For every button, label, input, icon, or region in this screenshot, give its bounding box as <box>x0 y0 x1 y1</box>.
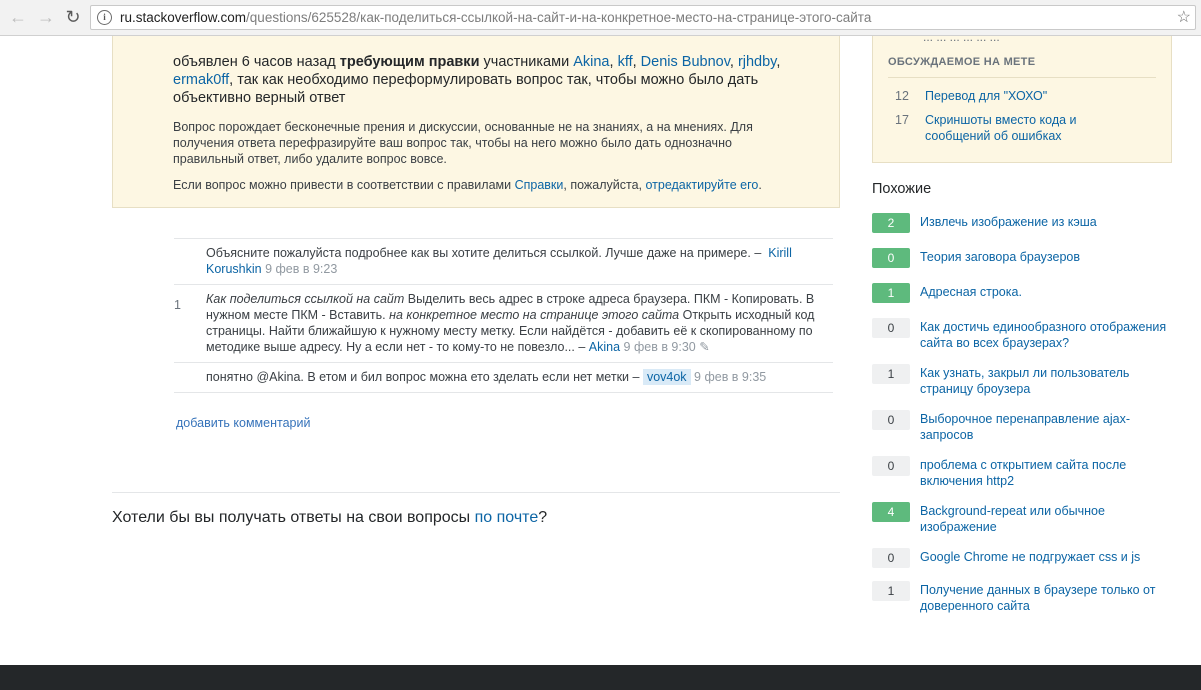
related-question-link[interactable]: Как узнать, закрыл ли пользователь стран… <box>920 365 1170 397</box>
comment-body: Объясните пожалуйста подробнее как вы хо… <box>206 239 833 284</box>
site-footer <box>0 665 1201 690</box>
edit-question-link[interactable]: отредактируйте его <box>645 178 758 192</box>
notice-user-link[interactable]: Denis Bubnov <box>641 54 730 70</box>
back-button[interactable]: ← <box>8 7 28 27</box>
meta-item-link[interactable]: Скриншоты вместо кода и сообщений об оши… <box>925 112 1125 144</box>
comment-score: 1 <box>174 298 181 312</box>
comment-user-link[interactable]: Akina <box>589 340 620 354</box>
url-path: /questions/625528/как-поделиться-ссылкой… <box>246 10 872 25</box>
meta-item-link[interactable]: Перевод для "ХОХО" <box>925 88 1125 104</box>
comment-italic-text: на конкретное место на странице этого са… <box>389 308 680 322</box>
pencil-icon: ✎ <box>699 340 710 354</box>
answer-count-badge[interactable]: 0 <box>872 410 910 430</box>
notice-user-link[interactable]: ermak0ff <box>173 72 229 88</box>
url-host: ru.stackoverflow.com <box>120 10 247 25</box>
meta-box-separator <box>888 77 1156 78</box>
forward-button[interactable]: → <box>36 7 56 27</box>
answer-count-badge[interactable]: 0 <box>872 318 910 338</box>
comment: понятно @Akina. В етом и бил вопрос можн… <box>174 362 833 392</box>
comments-list: Объясните пожалуйста подробнее как вы хо… <box>174 238 833 393</box>
on-hold-notice: объявлен 6 часов назад требующим правки … <box>112 36 840 208</box>
comment-text: Объясните пожалуйста подробнее как вы хо… <box>206 246 762 260</box>
related-heading: Похожие <box>872 181 932 197</box>
url-text[interactable]: ru.stackoverflow.com/questions/625528/ка… <box>120 6 871 29</box>
comment-date[interactable]: 9 фев в 9:30 <box>624 340 696 354</box>
email-prompt: Хотели бы вы получать ответы на свои воп… <box>112 509 547 527</box>
notice-user-link[interactable]: rjhdby <box>738 54 776 70</box>
related-question-link[interactable]: Получение данных в браузере только от до… <box>920 582 1170 614</box>
arrow-right-icon: → <box>37 7 55 27</box>
answer-count-badge[interactable]: 2 <box>872 213 910 233</box>
arrow-left-icon: ← <box>9 7 27 27</box>
notice-user-link[interactable]: Akina <box>573 54 609 70</box>
notice-prefix: объявлен 6 часов назад <box>173 54 340 70</box>
related-question-link[interactable]: Как достичь единообразного отображения с… <box>920 319 1170 351</box>
related-question-link[interactable]: Выборочное перенаправление ajax-запросов <box>920 411 1170 443</box>
related-question-link[interactable]: Теория заговора браузеров <box>920 249 1170 265</box>
info-icon[interactable]: i <box>97 10 112 25</box>
comment-body: Как поделиться ссылкой на сайт Выделить … <box>206 285 833 362</box>
email-subscribe-link[interactable]: по почте <box>475 509 539 526</box>
comment-text: понятно @Akina. В етом и бил вопрос можн… <box>206 370 640 384</box>
notice-reason: требующим правки <box>339 54 480 70</box>
email-prompt-suffix: ? <box>538 509 548 526</box>
reload-button[interactable]: ↻ <box>63 7 83 27</box>
answer-count-badge[interactable]: 1 <box>872 283 910 303</box>
address-bar[interactable]: i ru.stackoverflow.com/questions/625528/… <box>90 5 1196 30</box>
meta-item-score: 12 <box>895 89 909 103</box>
related-question-link[interactable]: Извлечь изображение из кэша <box>920 214 1170 230</box>
edit-prefix: Если вопрос можно привести в соответстви… <box>173 178 515 192</box>
section-divider <box>112 492 840 493</box>
answer-count-badge[interactable]: 0 <box>872 248 910 268</box>
comments-bottom-border <box>174 392 833 393</box>
notice-middle: участниками <box>479 54 574 70</box>
edit-suffix: . <box>758 178 762 192</box>
reload-icon: ↻ <box>65 7 81 27</box>
comment-user-link[interactable]: vov4ok <box>642 369 691 385</box>
comment-italic-text: Как поделиться ссылкой на сайт <box>206 292 405 306</box>
meta-box-title: ОБСУЖДАЕМОЕ НА МЕТЕ <box>888 56 1036 68</box>
comment-date[interactable]: 9 фев в 9:23 <box>265 262 337 276</box>
edit-middle: , пожалуйста, <box>563 178 646 192</box>
related-question-link[interactable]: Адресная строка. <box>920 284 1170 300</box>
notice-edit-line: Если вопрос можно привести в соответстви… <box>173 177 793 193</box>
meta-item-score: 17 <box>895 113 909 127</box>
related-question-link[interactable]: Google Chrome не подгружает css и js <box>920 549 1170 565</box>
notice-heading: объявлен 6 часов назад требующим правки … <box>173 54 781 106</box>
comment-body: понятно @Akina. В етом и бил вопрос можн… <box>206 363 833 392</box>
clipped-text: ... ... ... ... ... ... <box>923 30 1000 44</box>
browser-toolbar: ← → ↻ i ru.stackoverflow.com/questions/6… <box>0 0 1201 36</box>
related-question-link[interactable]: проблема с открытием сайта после включен… <box>920 457 1170 489</box>
help-link[interactable]: Справки <box>515 178 564 192</box>
answer-count-badge[interactable]: 4 <box>872 502 910 522</box>
notice-suffix: , так как необходимо переформулировать в… <box>173 72 759 106</box>
comment-date[interactable]: 9 фев в 9:35 <box>694 370 766 384</box>
answer-count-badge[interactable]: 1 <box>872 581 910 601</box>
comment: Объясните пожалуйста подробнее как вы хо… <box>174 238 833 284</box>
notice-user-link[interactable]: kff <box>618 54 633 70</box>
star-icon[interactable]: ☆ <box>1177 6 1191 29</box>
answer-count-badge[interactable]: 1 <box>872 364 910 384</box>
comment: 1 Как поделиться ссылкой на сайт Выделит… <box>174 284 833 362</box>
answer-count-badge[interactable]: 0 <box>872 548 910 568</box>
add-comment-link[interactable]: добавить комментарий <box>176 416 310 430</box>
related-question-link[interactable]: Background-repeat или обычное изображени… <box>920 503 1170 535</box>
notice-explanation: Вопрос порождает бесконечные прения и ди… <box>173 120 753 166</box>
answer-count-badge[interactable]: 0 <box>872 456 910 476</box>
email-prompt-text: Хотели бы вы получать ответы на свои воп… <box>112 509 475 526</box>
meta-discussion-box: ... ... ... ... ... ... ОБСУЖДАЕМОЕ НА М… <box>872 30 1172 163</box>
